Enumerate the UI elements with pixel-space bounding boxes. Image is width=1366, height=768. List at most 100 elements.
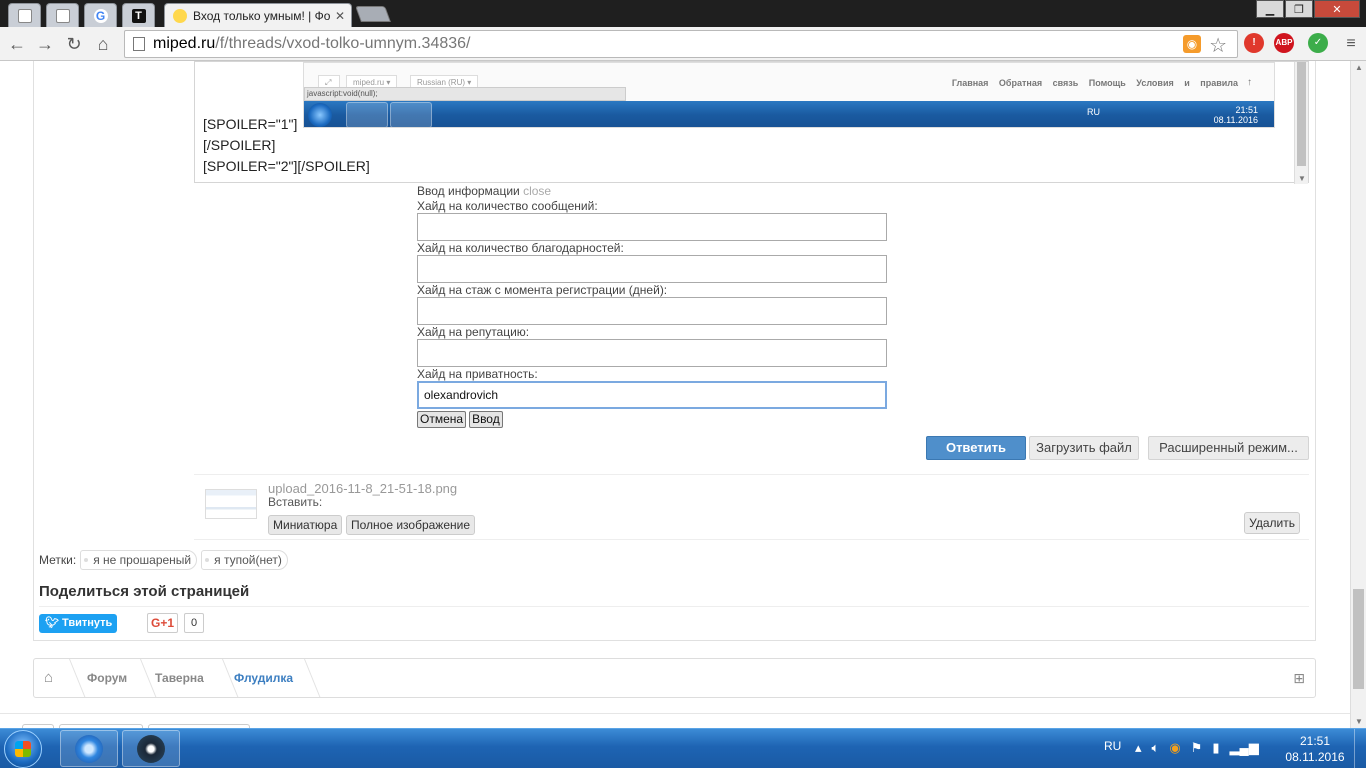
footer-edge: [0, 713, 1350, 728]
browser-app-icon: [75, 735, 103, 763]
form-row: Хайд на стаж с момента регистрации (дней…: [417, 283, 887, 325]
shield-ext-icon[interactable]: ✓: [1308, 33, 1328, 53]
browser-tab[interactable]: [8, 3, 41, 27]
insert-label: Вставить:: [268, 495, 323, 509]
taskbar-steam-app[interactable]: [122, 730, 180, 767]
attachment-thumbnail[interactable]: [205, 489, 257, 519]
upload-file-button[interactable]: Загрузить файл: [1029, 436, 1139, 460]
form-row: Хайд на количество благодарностей:: [417, 241, 887, 283]
tray-clock[interactable]: 21:51 08.11.2016: [1282, 733, 1348, 765]
power-icon[interactable]: ▮: [1212, 740, 1219, 756]
embedded-taskbar: RU 21:51 08.11.2016: [304, 101, 1274, 127]
advanced-mode-button[interactable]: Расширенный режим...: [1148, 436, 1309, 460]
hide-posts-input[interactable]: [417, 213, 887, 241]
browser-toolbar: ← → ↻ ⌂ miped.ru/f/threads/vxod-tolko-um…: [0, 27, 1366, 61]
scroll-up-arrow-icon[interactable]: ▲: [1355, 63, 1363, 72]
tray-arrow-icon[interactable]: ▴: [1135, 740, 1142, 756]
warning-ext-icon[interactable]: !: [1244, 33, 1264, 53]
new-tab-button[interactable]: [355, 6, 391, 22]
minimize-button[interactable]: ▁: [1256, 0, 1284, 18]
url-path: /f/threads/vxod-tolko-umnym.34836/: [215, 35, 471, 52]
insert-thumbnail-button[interactable]: Миниатюра: [268, 515, 343, 535]
browser-tab[interactable]: G: [84, 3, 117, 27]
crumb-separator: [127, 659, 157, 697]
message-editor[interactable]: ⤢ miped.ru ▾ Russian (RU) ▾ Главная Обра…: [194, 61, 1309, 184]
tag-item[interactable]: я не прошареный: [80, 550, 198, 570]
adblock-ext-icon[interactable]: ABP: [1274, 33, 1294, 53]
restore-button[interactable]: ❐: [1285, 0, 1313, 18]
tag-item[interactable]: я тупой(нет): [201, 550, 288, 570]
taskbar-browser-app[interactable]: [60, 730, 118, 767]
editor-scroll-thumb[interactable]: [1297, 62, 1306, 166]
reload-icon[interactable]: ↻: [63, 33, 85, 55]
cancel-button[interactable]: Отмена: [417, 411, 467, 428]
tray-language[interactable]: RU: [1104, 739, 1121, 753]
delete-attachment-button[interactable]: Удалить: [1244, 512, 1300, 534]
browser-tab[interactable]: T: [122, 3, 155, 27]
tab-title: Вход только умным! | Фо: [193, 8, 331, 23]
form-close-link[interactable]: close: [523, 184, 551, 198]
sitemap-icon[interactable]: ⊞: [1293, 670, 1305, 687]
browser-tab[interactable]: [46, 3, 79, 27]
antivirus-icon[interactable]: ◉: [1169, 740, 1180, 756]
breadcrumb-forum[interactable]: Форум: [87, 659, 127, 697]
page-scrollbar[interactable]: ▲ ▼: [1350, 61, 1366, 728]
home-icon[interactable]: ⌂: [44, 670, 60, 686]
back-icon[interactable]: ←: [6, 33, 28, 55]
page-scroll-thumb[interactable]: [1353, 589, 1364, 689]
home-browser-icon[interactable]: ⌂: [92, 33, 114, 55]
editor-line: [SPOILER="1"]: [203, 116, 298, 132]
embedded-tray-lang: RU: [1087, 107, 1100, 117]
page-info-icon[interactable]: [133, 37, 145, 51]
chrome-menu-icon[interactable]: ≡: [1340, 33, 1362, 55]
breadcrumb-taverna[interactable]: Таверна: [155, 659, 204, 697]
page-icon: [17, 8, 32, 23]
attachment-filename[interactable]: upload_2016-11-8_21-51-18.png: [268, 481, 457, 496]
form-buttons: Отмена Ввод: [417, 411, 887, 428]
form-row: Хайд на приватность: olexandrovich: [417, 367, 887, 409]
hide-private-input[interactable]: olexandrovich: [417, 381, 887, 409]
penguin-icon: [173, 8, 187, 23]
browser-tab-active[interactable]: Вход только умным! | Фо ✕: [164, 3, 352, 27]
show-desktop-button[interactable]: [1354, 729, 1366, 768]
page-viewport: ⤢ miped.ru ▾ Russian (RU) ▾ Главная Обра…: [0, 61, 1350, 728]
rss-icon[interactable]: ◉: [1183, 35, 1201, 53]
browser-tabstrip: G T Вход только умным! | Фо ✕ ▁ ❐ ✕: [0, 0, 1366, 27]
scroll-down-arrow-icon[interactable]: ▼: [1355, 717, 1363, 726]
embedded-screenshot-image: ⤢ miped.ru ▾ Russian (RU) ▾ Главная Обра…: [303, 62, 1275, 128]
tweet-label: Твитнуть: [62, 617, 113, 629]
submit-button[interactable]: Ввод: [469, 411, 503, 428]
windows-taskbar: RU ▴ 🔈︎ ◉ ⚑ ▮ ▂▄▆ 21:51 08.11.2016: [0, 728, 1366, 768]
breadcrumb-fludilka[interactable]: Флудилка: [234, 659, 293, 697]
hide-likes-input[interactable]: [417, 255, 887, 283]
volume-icon[interactable]: 🔈︎: [1152, 740, 1160, 756]
close-tab-icon[interactable]: ✕: [335, 9, 345, 23]
network-icon[interactable]: ▂▄▆: [1230, 740, 1259, 756]
bookmark-star-icon[interactable]: ☆: [1209, 33, 1227, 58]
start-button[interactable]: [4, 730, 42, 768]
gplus-button[interactable]: G+1: [147, 613, 178, 633]
editor-line: [/SPOILER]: [203, 137, 276, 153]
field-label: Хайд на приватность:: [417, 367, 538, 381]
page-icon: [55, 8, 70, 23]
close-window-button[interactable]: ✕: [1314, 0, 1360, 18]
divider: [39, 606, 1309, 607]
forward-icon[interactable]: →: [34, 33, 56, 55]
editor-text: [SPOILER="1"] [/SPOILER] [SPOILER="2"][/…: [203, 114, 370, 177]
editor-scrollbar[interactable]: ▼: [1294, 62, 1308, 184]
field-label: Хайд на стаж с момента регистрации (дней…: [417, 283, 668, 297]
scroll-down-arrow-icon[interactable]: ▼: [1298, 174, 1306, 183]
insert-full-image-button[interactable]: Полное изображение: [346, 515, 476, 535]
tweet-button[interactable]: 🐦︎ Твитнуть: [39, 614, 117, 633]
form-row: Хайд на количество сообщений:: [417, 199, 887, 241]
hide-days-input[interactable]: [417, 297, 887, 325]
thread-tags: Метки: я не прошареный я тупой(нет): [39, 550, 288, 570]
embedded-tray-date: 08.11.2016: [1213, 115, 1258, 125]
hide-reputation-input[interactable]: [417, 339, 887, 367]
address-bar[interactable]: miped.ru/f/threads/vxod-tolko-umnym.3483…: [124, 30, 1238, 58]
flag-icon[interactable]: ⚑: [1191, 740, 1203, 756]
reply-button[interactable]: Ответить: [926, 436, 1026, 460]
gplus-count: 0: [184, 613, 204, 633]
tags-label: Метки:: [39, 553, 77, 567]
embedded-steam-app-icon: [390, 102, 432, 127]
